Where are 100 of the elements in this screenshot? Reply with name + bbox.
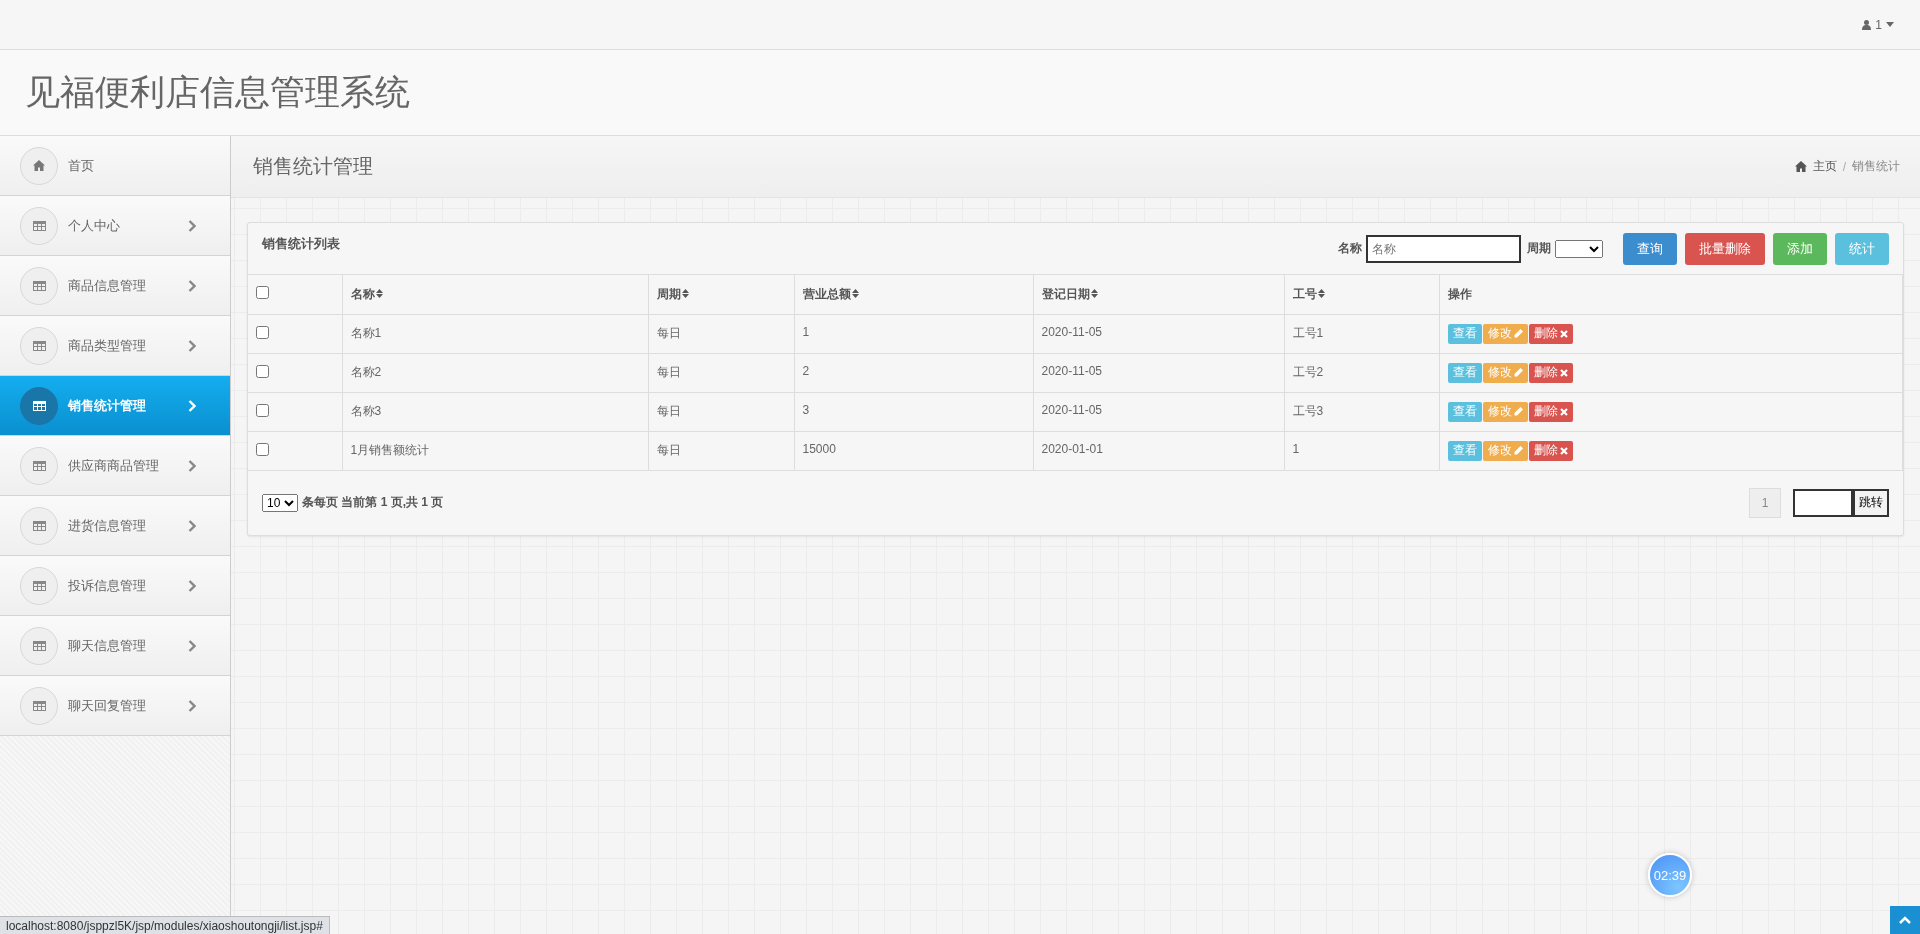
field-label: 名称 [1338, 240, 1362, 257]
row-checkbox[interactable] [256, 403, 269, 417]
row-action-button[interactable]: 查看 [1447, 323, 1482, 344]
sidebar-item[interactable]: 个人中心 [0, 196, 230, 256]
breadcrumb-separator: / [1842, 159, 1846, 174]
pencil-icon [1513, 368, 1523, 377]
chevron-right-icon [188, 279, 196, 292]
name-input-field[interactable]: 名称 [1366, 234, 1521, 263]
close-icon [1559, 329, 1568, 338]
table-cell: 工号1 [1284, 314, 1439, 353]
table-cell: 名称1 [342, 314, 648, 353]
column-header: 操作 [1439, 275, 1903, 314]
sidebar-item[interactable]: 销售统计管理 [0, 376, 230, 436]
row-action-button[interactable]: 查看 [1447, 362, 1482, 383]
table-icon [32, 520, 46, 531]
page-size-select[interactable]: 10 [262, 493, 298, 512]
select-all-checkbox[interactable] [256, 286, 269, 300]
sidebar-item[interactable]: 商品类型管理 [0, 316, 230, 376]
table-cell: 每日 [648, 431, 794, 470]
chevron-up-icon [1899, 916, 1911, 924]
chevron-right-icon [188, 339, 196, 352]
sidebar-item[interactable]: 投诉信息管理 [0, 556, 230, 616]
table-icon [32, 700, 46, 711]
table-icon [32, 340, 46, 351]
chevron-right-icon [188, 459, 196, 472]
table-cell: 2020-11-05 [1033, 353, 1284, 392]
row-action-button[interactable]: 删除 [1528, 401, 1573, 422]
table-cell: 2020-11-05 [1033, 314, 1284, 353]
chevron-right-icon [188, 399, 196, 412]
chevron-right-icon [188, 519, 196, 532]
table-cell: 名称2 [342, 353, 648, 392]
chevron-right-icon [188, 579, 196, 592]
chevron-right-icon [188, 699, 196, 712]
row-action-button[interactable]: 删除 [1528, 362, 1573, 383]
row-action-button[interactable]: 删除 [1528, 440, 1573, 461]
row-checkbox[interactable] [256, 325, 269, 339]
table-cell: 每日 [648, 314, 794, 353]
toolbar-button[interactable]: 查询 [1623, 232, 1677, 265]
close-icon [1559, 368, 1568, 377]
sidebar-item[interactable]: 聊天回复管理 [0, 676, 230, 736]
pencil-icon [1513, 329, 1523, 338]
caret-icon [1886, 22, 1894, 27]
table-icon [32, 220, 46, 231]
chevron-right-icon [188, 219, 196, 232]
timer-badge: 02:39 [1648, 853, 1692, 897]
table-cell: 工号2 [1284, 353, 1439, 392]
user-icon [1862, 19, 1872, 30]
table-cell: 2020-01-01 [1033, 431, 1284, 470]
app-title: 见福便利店信息管理系统 [25, 71, 410, 113]
field-label: 周期 [1527, 240, 1551, 257]
toolbar-button[interactable]: 统计 [1835, 232, 1889, 265]
table-icon [32, 280, 46, 291]
column-header[interactable]: 登记日期 [1033, 275, 1284, 314]
row-checkbox[interactable] [256, 364, 269, 378]
table-cell: 1 [1284, 431, 1439, 470]
chevron-right-icon [188, 639, 196, 652]
table-cell: 15000 [794, 431, 1033, 470]
jump-button[interactable]: 跳转 [1853, 488, 1889, 517]
toolbar-button[interactable]: 添加 [1773, 232, 1827, 265]
table-icon [32, 580, 46, 591]
table-cell: 每日 [648, 392, 794, 431]
toolbar-button[interactable]: 批量删除 [1685, 232, 1765, 265]
breadcrumb-link[interactable]: 销售统计 [1852, 158, 1900, 175]
table-cell: 1月销售额统计 [342, 431, 648, 470]
table-cell: 3 [794, 392, 1033, 431]
table-cell: 工号3 [1284, 392, 1439, 431]
table-cell: 名称3 [342, 392, 648, 431]
column-header[interactable]: 工号 [1284, 275, 1439, 314]
status-url: localhost:8080/jsppzl5K/jsp/modules/xiaoshoutongji/list.jsp# [0, 916, 330, 934]
table-icon [32, 640, 46, 651]
row-checkbox[interactable] [256, 442, 269, 456]
row-action-button[interactable]: 查看 [1447, 440, 1482, 461]
sidebar-item[interactable]: 商品信息管理 [0, 256, 230, 316]
page-input-field[interactable] [1793, 488, 1853, 517]
column-header[interactable]: 周期 [648, 275, 794, 314]
row-action-button[interactable]: 查看 [1447, 401, 1482, 422]
home-icon [33, 160, 45, 171]
page-title: 销售统计管理 [253, 154, 373, 179]
pencil-icon [1513, 446, 1523, 455]
row-action-button[interactable]: 删除 [1528, 323, 1573, 344]
sidebar-item[interactable]: 进货信息管理 [0, 496, 230, 556]
table-cell: 每日 [648, 353, 794, 392]
column-header[interactable]: 名称 [342, 275, 648, 314]
back-to-top-button[interactable] [1890, 906, 1920, 934]
table-icon [32, 400, 46, 411]
table-icon [32, 460, 46, 471]
close-icon [1559, 446, 1568, 455]
sidebar-item[interactable]: 聊天信息管理 [0, 616, 230, 676]
sidebar-item[interactable]: 首页 [0, 136, 230, 196]
breadcrumb-link[interactable]: 主页 [1812, 158, 1837, 175]
panel-title: 销售统计列表 [262, 235, 340, 253]
user-menu[interactable]: 1 [1862, 17, 1894, 32]
period-select[interactable] [1555, 239, 1603, 258]
sidebar-item[interactable]: 供应商商品管理 [0, 436, 230, 496]
table-cell: 2 [794, 353, 1033, 392]
table-cell: 1 [794, 314, 1033, 353]
close-icon [1559, 407, 1568, 416]
table-cell: 2020-11-05 [1033, 392, 1284, 431]
column-header[interactable]: 营业总额 [794, 275, 1033, 314]
page-button[interactable]: 1 [1749, 487, 1781, 518]
